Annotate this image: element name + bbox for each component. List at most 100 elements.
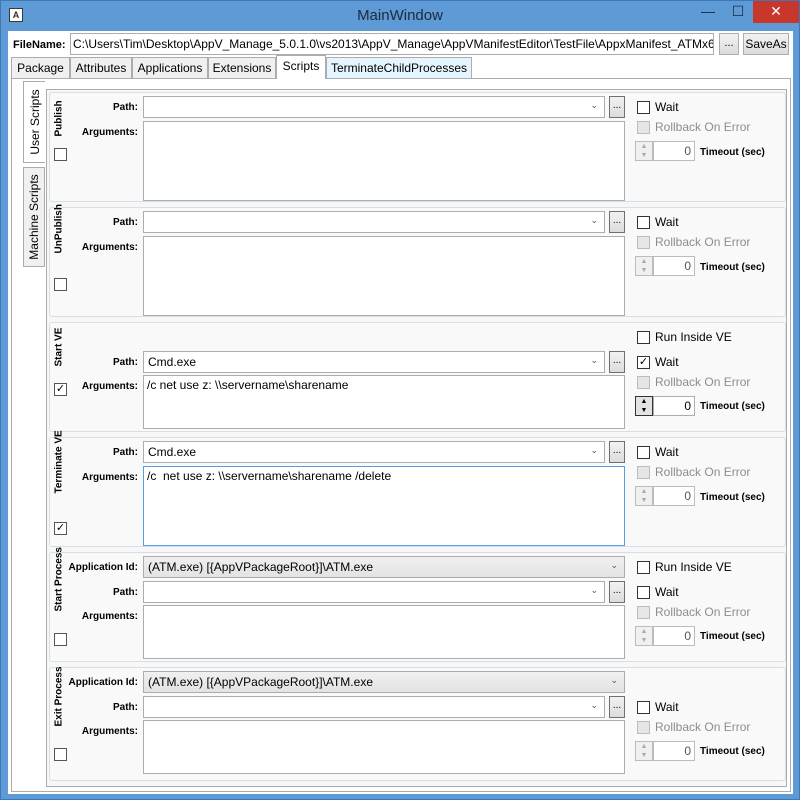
arguments-textarea[interactable]: /c net use z: \\servername\sharename — [143, 375, 625, 429]
group-title: UnPublish — [53, 204, 65, 254]
tab-terminate-child-processes[interactable]: TerminateChildProcesses — [326, 57, 472, 78]
group-exit-process: Exit Process Application Id: (ATM.exe) [… — [49, 666, 786, 781]
saveas-button[interactable]: SaveAs — [743, 33, 789, 55]
path-browse-button[interactable]: ... — [609, 96, 625, 118]
chevron-down-icon: ⌄ — [610, 675, 618, 685]
rollback-label: Rollback On Error — [655, 465, 751, 479]
arguments-textarea[interactable] — [143, 236, 625, 316]
wait-checkbox[interactable]: ✓ — [637, 356, 650, 369]
chevron-down-icon: ⌄ — [590, 215, 598, 225]
subtab-machine-scripts[interactable]: Machine Scripts — [23, 167, 45, 267]
rollback-label: Rollback On Error — [655, 375, 751, 389]
rollback-label: Rollback On Error — [655, 605, 751, 619]
wait-label: Wait — [655, 355, 679, 369]
path-combo[interactable]: ⌄ — [143, 696, 605, 718]
application-id-combo[interactable]: (ATM.exe) [{AppVPackageRoot}]\ATM.exe ⌄ — [143, 671, 625, 693]
group-title: Publish — [53, 100, 65, 137]
client-area: FileName: C:\Users\Tim\Desktop\AppV_Mana… — [8, 31, 793, 794]
wait-checkbox[interactable] — [637, 586, 650, 599]
title-bar[interactable]: A MainWindow — ☐ ✕ — [1, 1, 799, 31]
rollback-label: Rollback On Error — [655, 235, 751, 249]
tab-package[interactable]: Package — [11, 57, 70, 78]
rollback-checkbox[interactable] — [637, 376, 650, 389]
group-enable-checkbox[interactable] — [54, 633, 67, 646]
tab-applications[interactable]: Applications — [132, 57, 208, 78]
rollback-checkbox[interactable] — [637, 606, 650, 619]
timeout-spinner[interactable]: ▲ ▼ 0 — [635, 741, 695, 761]
arguments-textarea[interactable] — [143, 121, 625, 201]
path-combo[interactable]: Cmd.exe ⌄ — [143, 441, 605, 463]
wait-label: Wait — [655, 585, 679, 599]
tab-extensions[interactable]: Extensions — [208, 57, 276, 78]
subtab-user-scripts[interactable]: User Scripts — [23, 81, 45, 163]
wait-checkbox[interactable] — [637, 216, 650, 229]
timeout-label: Timeout (sec) — [700, 401, 765, 412]
timeout-spinner[interactable]: ▲ ▼ 0 — [635, 256, 695, 276]
arguments-textarea[interactable]: /c net use z: \\servername\sharename /de… — [143, 466, 625, 546]
path-label: Path: — [113, 447, 138, 458]
rollback-checkbox[interactable] — [637, 236, 650, 249]
spinner-arrows-icon[interactable]: ▲ ▼ — [635, 256, 653, 276]
timeout-spinner[interactable]: ▲ ▼ 0 — [635, 141, 695, 161]
spinner-arrows-icon[interactable]: ▲ ▼ — [635, 396, 653, 416]
timeout-label: Timeout (sec) — [700, 492, 765, 503]
path-browse-button[interactable]: ... — [609, 696, 625, 718]
maximize-button[interactable]: ☐ — [723, 1, 753, 23]
timeout-spinner[interactable]: ▲ ▼ 0 — [635, 626, 695, 646]
group-enable-checkbox[interactable] — [54, 748, 67, 761]
run-inside-ve-label: Run Inside VE — [655, 330, 732, 344]
chevron-down-icon: ⌄ — [610, 560, 618, 570]
rollback-checkbox[interactable] — [637, 466, 650, 479]
path-combo[interactable]: Cmd.exe ⌄ — [143, 351, 605, 373]
filename-browse-button[interactable]: ... — [719, 33, 739, 55]
minimize-button[interactable]: — — [693, 1, 723, 23]
group-enable-checkbox[interactable] — [54, 148, 67, 161]
wait-label: Wait — [655, 700, 679, 714]
path-combo[interactable]: ⌄ — [143, 211, 605, 233]
path-browse-button[interactable]: ... — [609, 581, 625, 603]
group-title: Terminate VE — [53, 430, 65, 494]
wait-label: Wait — [655, 100, 679, 114]
arguments-textarea[interactable] — [143, 720, 625, 774]
group-terminate-ve: Terminate VE ✓ Path: Cmd.exe ⌄ ... Argume… — [49, 430, 786, 547]
application-id-combo[interactable]: (ATM.exe) [{AppVPackageRoot}]\ATM.exe ⌄ — [143, 556, 625, 578]
group-enable-checkbox[interactable]: ✓ — [54, 522, 67, 535]
path-browse-button[interactable]: ... — [609, 441, 625, 463]
path-label: Path: — [113, 702, 138, 713]
arguments-textarea[interactable] — [143, 605, 625, 659]
path-combo[interactable]: ⌄ — [143, 96, 605, 118]
window-title: MainWindow — [357, 7, 443, 24]
group-start-ve: Start VE ✓ Run Inside VE Path: Cmd.exe ⌄ … — [49, 322, 786, 432]
spinner-arrows-icon[interactable]: ▲ ▼ — [635, 486, 653, 506]
spinner-arrows-icon[interactable]: ▲ ▼ — [635, 141, 653, 161]
run-inside-ve-checkbox[interactable] — [637, 561, 650, 574]
user-scripts-panel: Publish Path: ⌄ ... Arguments: Wait Roll… — [46, 89, 787, 787]
filename-label: FileName: — [13, 39, 66, 51]
rollback-label: Rollback On Error — [655, 720, 751, 734]
spinner-arrows-icon[interactable]: ▲ ▼ — [635, 741, 653, 761]
rollback-checkbox[interactable] — [637, 121, 650, 134]
tab-attributes[interactable]: Attributes — [70, 57, 132, 78]
path-label: Path: — [113, 357, 138, 368]
path-combo[interactable]: ⌄ — [143, 581, 605, 603]
wait-checkbox[interactable] — [637, 701, 650, 714]
group-enable-checkbox[interactable] — [54, 278, 67, 291]
chevron-down-icon: ⌄ — [590, 700, 598, 710]
path-browse-button[interactable]: ... — [609, 211, 625, 233]
timeout-spinner[interactable]: ▲ ▼ 0 — [635, 486, 695, 506]
group-title: Start Process — [53, 547, 65, 612]
run-inside-ve-checkbox[interactable] — [637, 331, 650, 344]
wait-checkbox[interactable] — [637, 446, 650, 459]
wait-checkbox[interactable] — [637, 101, 650, 114]
group-unpublish: UnPublish Path: ⌄ ... Arguments: Wait Ro… — [49, 204, 786, 317]
chevron-down-icon: ⌄ — [590, 355, 598, 365]
rollback-checkbox[interactable] — [637, 721, 650, 734]
tab-scripts[interactable]: Scripts — [276, 55, 326, 79]
close-button[interactable]: ✕ — [753, 1, 799, 23]
wait-label: Wait — [655, 215, 679, 229]
arguments-label: Arguments: — [81, 726, 138, 737]
spinner-arrows-icon[interactable]: ▲ ▼ — [635, 626, 653, 646]
filename-input[interactable]: C:\Users\Tim\Desktop\AppV_Manage_5.0.1.0… — [70, 33, 714, 55]
timeout-spinner[interactable]: ▲ ▼ 0 — [635, 396, 695, 416]
path-browse-button[interactable]: ... — [609, 351, 625, 373]
